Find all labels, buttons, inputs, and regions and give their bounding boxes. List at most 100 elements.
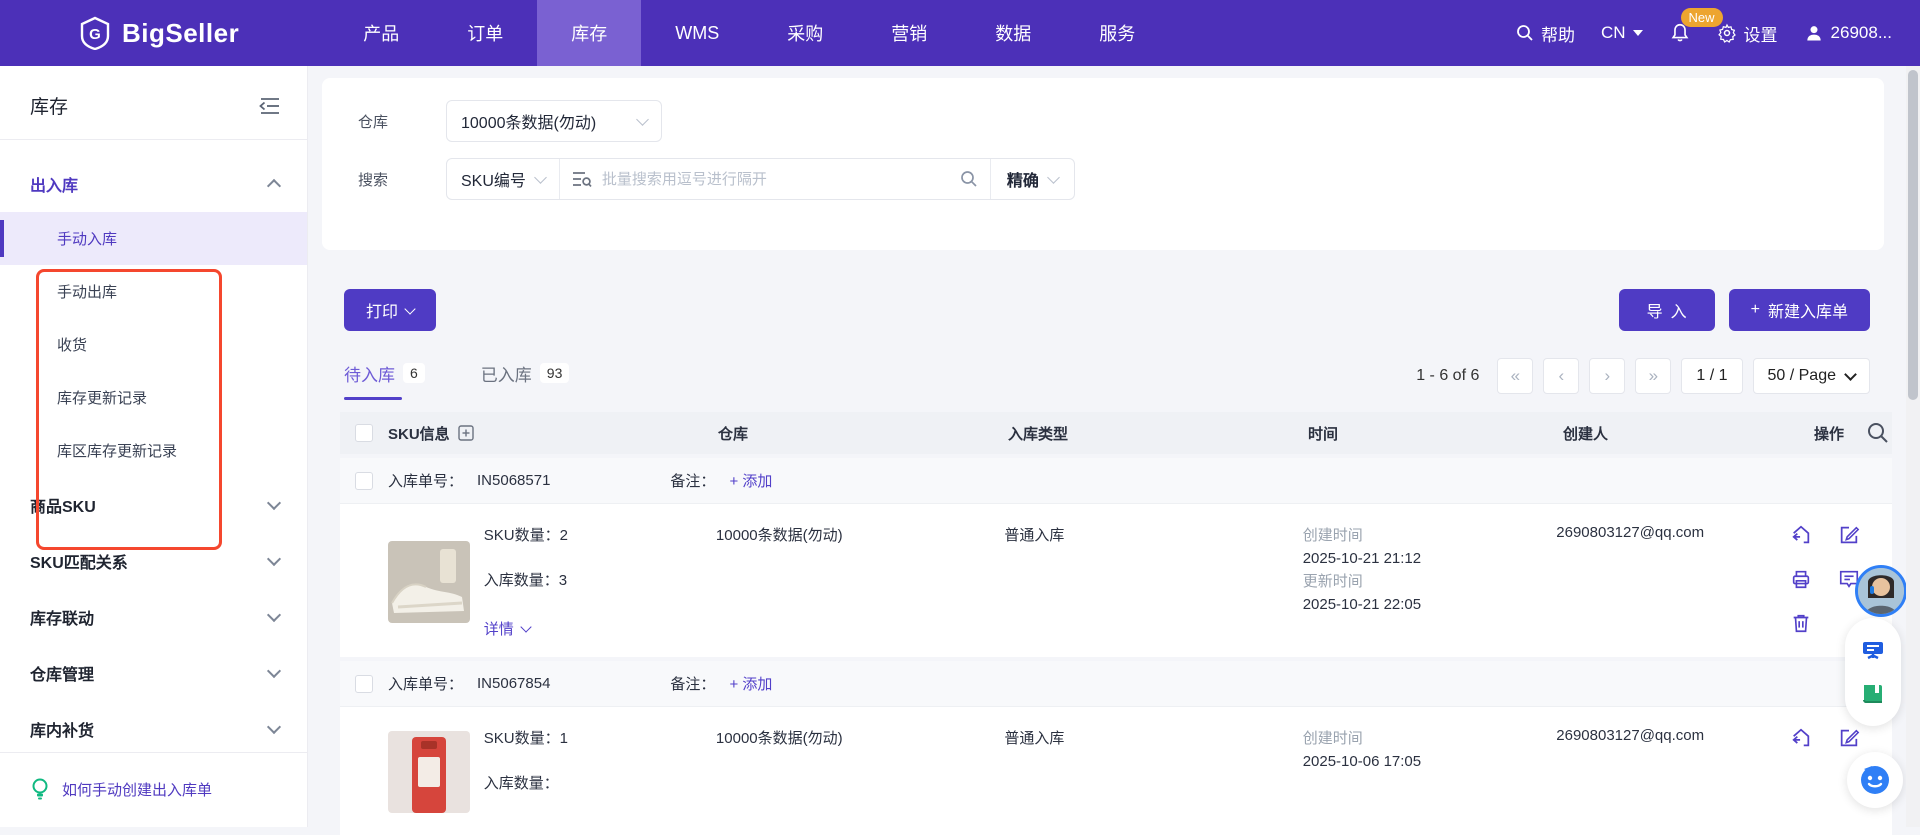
- smiley-icon: [1858, 763, 1892, 797]
- product-image[interactable]: [388, 731, 470, 813]
- select-all-checkbox[interactable]: [355, 424, 373, 442]
- expand-columns-icon[interactable]: [458, 425, 474, 441]
- help-button[interactable]: 帮助: [1516, 21, 1575, 46]
- sidebar-section-product-sku-label: 商品SKU: [30, 493, 96, 517]
- handbook-icon[interactable]: [1860, 681, 1886, 707]
- sidebar-item-manual-outbound[interactable]: 手动出库: [0, 265, 307, 318]
- edit-icon[interactable]: [1838, 524, 1860, 546]
- sku-qty-value: 2: [560, 527, 568, 544]
- nav-item-products[interactable]: 产品: [329, 0, 433, 66]
- first-page-button[interactable]: «: [1497, 358, 1533, 394]
- print-button-label: 打印: [366, 298, 398, 322]
- column-search-icon[interactable]: [1866, 421, 1890, 445]
- tabs-row: 待入库 6 已入库 93 1 - 6 of 6 « ‹ › » 1 / 1 50…: [344, 352, 1870, 400]
- sidebar-item-receiving[interactable]: 收货: [0, 318, 307, 371]
- created-time-label: 创建时间: [1303, 727, 1557, 750]
- support-agent-avatar[interactable]: [1855, 565, 1907, 617]
- user-icon: [1804, 23, 1824, 43]
- language-switcher[interactable]: CN: [1601, 23, 1643, 43]
- nav-item-wms[interactable]: WMS: [641, 0, 753, 66]
- sku-qty-label: SKU数量：: [484, 527, 560, 544]
- warehouse-select[interactable]: 10000条数据(勿动): [446, 100, 662, 142]
- chevron-down-icon: [404, 303, 415, 314]
- tab-pending-inbound[interactable]: 待入库 6: [344, 361, 425, 392]
- sidebar-section-sku-matching[interactable]: SKU匹配关系: [0, 533, 307, 589]
- import-button-label: 导入: [1647, 298, 1695, 322]
- create-inbound-button[interactable]: + 新建入库单: [1729, 289, 1870, 331]
- warehouse-select-value: 10000条数据(勿动): [461, 109, 596, 133]
- batch-search-icon: [572, 170, 592, 188]
- prev-page-button[interactable]: ‹: [1543, 358, 1579, 394]
- cell-time: 创建时间 2025-10-21 21:12 更新时间 2025-10-21 22…: [1303, 524, 1557, 639]
- red-product-image: [388, 731, 470, 813]
- user-account[interactable]: 26908...: [1804, 23, 1892, 43]
- search-input[interactable]: [602, 171, 950, 188]
- delete-icon[interactable]: [1790, 612, 1812, 634]
- search-type-select[interactable]: SKU编号: [447, 159, 560, 199]
- sidebar-item-zone-stock-update-records[interactable]: 库区库存更新记录: [0, 424, 307, 477]
- remark-label: 备注：: [670, 673, 715, 694]
- sidebar-item-manual-inbound[interactable]: 手动入库: [0, 212, 307, 265]
- user-label: 26908...: [1831, 23, 1892, 43]
- putaway-icon[interactable]: [1790, 524, 1812, 546]
- chevron-down-icon: [267, 608, 281, 622]
- sidebar-section-stock-sync[interactable]: 库存联动: [0, 589, 307, 645]
- sidebar-section-warehouse-mgmt[interactable]: 仓库管理: [0, 645, 307, 701]
- settings-button[interactable]: 设置: [1717, 21, 1778, 46]
- row-checkbox[interactable]: [355, 675, 373, 693]
- page-size-select[interactable]: 50 / Page: [1753, 358, 1871, 394]
- detail-toggle-link[interactable]: 详情: [484, 618, 568, 639]
- nav-item-data[interactable]: 数据: [961, 0, 1065, 66]
- nav-item-orders[interactable]: 订单: [433, 0, 537, 66]
- sidebar-item-stock-update-records[interactable]: 库存更新记录: [0, 371, 307, 424]
- scrollbar-thumb[interactable]: [1908, 70, 1918, 400]
- edit-icon[interactable]: [1838, 727, 1860, 749]
- putaway-icon[interactable]: [1790, 727, 1812, 749]
- sidebar-section-sku-matching-label: SKU匹配关系: [30, 549, 128, 573]
- last-page-button[interactable]: »: [1635, 358, 1671, 394]
- page-indicator: 1 / 1: [1681, 358, 1742, 394]
- sidebar-section-inout-label: 出入库: [30, 172, 78, 196]
- training-board-icon[interactable]: [1860, 637, 1886, 663]
- product-image[interactable]: [388, 541, 470, 623]
- row-checkbox[interactable]: [355, 472, 373, 490]
- header-inbound-type: 入库类型: [1008, 423, 1308, 444]
- print-button[interactable]: 打印: [344, 289, 436, 331]
- nav-item-services[interactable]: 服务: [1065, 0, 1169, 66]
- search-icon[interactable]: [960, 170, 978, 188]
- brand-logo[interactable]: G BigSeller: [78, 16, 239, 50]
- tab-completed-inbound[interactable]: 已入库 93: [481, 361, 570, 392]
- nav-item-inventory[interactable]: 库存: [537, 0, 641, 66]
- sidebar-section-warehouse-mgmt-label: 仓库管理: [30, 661, 94, 685]
- add-remark-link[interactable]: + 添加: [729, 470, 772, 491]
- sidebar-section-replenishment[interactable]: 库内补货: [0, 701, 307, 757]
- collapse-sidebar-icon[interactable]: [259, 96, 281, 116]
- help-guide-link[interactable]: 如何手动创建出入库单: [0, 752, 307, 827]
- match-mode-select[interactable]: 精确: [990, 159, 1074, 199]
- filter-card: 仓库 10000条数据(勿动) 搜索 SKU编号: [322, 78, 1884, 250]
- svg-text:G: G: [89, 26, 101, 43]
- header-creator: 创建人: [1563, 423, 1798, 444]
- main-content: 仓库 10000条数据(勿动) 搜索 SKU编号: [308, 66, 1906, 827]
- help-widgets-pill: [1845, 618, 1901, 726]
- nav-item-purchase[interactable]: 采购: [753, 0, 857, 66]
- toolbar: 打印 出入库操作页面，以及库存更新记录 导入 + 新建入库单: [344, 288, 1870, 332]
- tab-completed-count: 93: [540, 363, 570, 383]
- notifications-button[interactable]: New: [1669, 22, 1691, 44]
- next-page-button[interactable]: ›: [1589, 358, 1625, 394]
- top-navbar: G BigSeller 产品 订单 库存 WMS 采购 营销 数据 服务 帮助 …: [0, 0, 1920, 66]
- agent-photo: [1858, 568, 1904, 614]
- chevron-down-icon: [267, 552, 281, 566]
- sidebar-section-product-sku[interactable]: 商品SKU: [0, 477, 307, 533]
- cell-time: 创建时间 2025-10-06 17:05: [1303, 727, 1557, 817]
- sidebar-section-inout[interactable]: 出入库: [0, 156, 307, 212]
- pagination-range: 1 - 6 of 6: [1416, 367, 1479, 385]
- import-button[interactable]: 导入: [1619, 289, 1715, 331]
- new-badge: New: [1681, 8, 1723, 27]
- nav-item-marketing[interactable]: 营销: [857, 0, 961, 66]
- vertical-scrollbar[interactable]: [1906, 66, 1920, 827]
- feedback-smiley-button[interactable]: [1847, 752, 1903, 808]
- add-remark-link[interactable]: + 添加: [729, 673, 772, 694]
- search-group: SKU编号 精确: [446, 158, 1075, 200]
- print-icon[interactable]: [1790, 568, 1812, 590]
